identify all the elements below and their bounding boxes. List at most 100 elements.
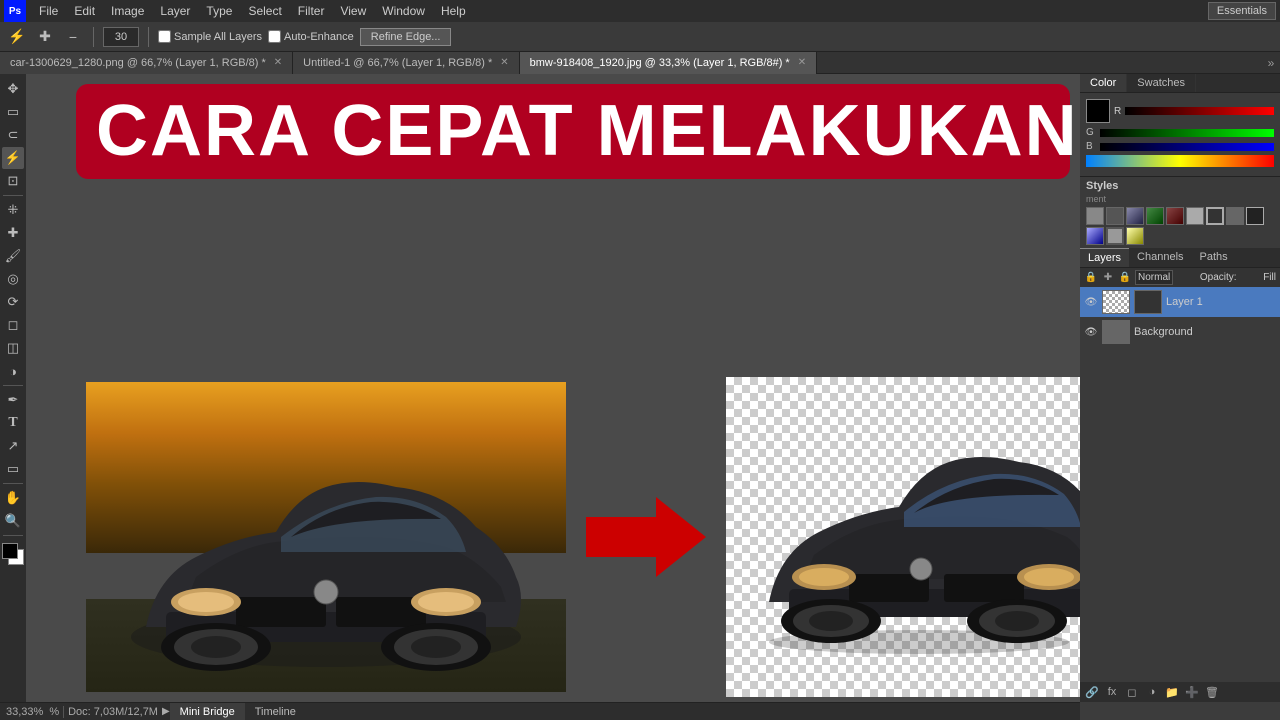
sample-all-layers-checkbox[interactable] — [158, 30, 171, 43]
menu-select[interactable]: Select — [241, 2, 288, 20]
adjustment-icon[interactable]: ◑ — [1144, 684, 1160, 700]
style-item-8[interactable] — [1226, 207, 1244, 225]
delete-layer-icon[interactable]: 🗑 — [1204, 684, 1220, 700]
quick-select-tool[interactable]: ⚡ — [2, 147, 24, 169]
style-item-10[interactable] — [1086, 227, 1104, 245]
hand-tool[interactable]: ✋ — [2, 487, 24, 509]
menu-window[interactable]: Window — [375, 2, 432, 20]
move-tool[interactable]: ✥ — [2, 78, 24, 100]
b-slider[interactable] — [1100, 143, 1274, 151]
zoom-tool[interactable]: 🔍 — [2, 510, 24, 532]
layers-options: 🔒 ✚ 🔒 Normal Opacity: Fill — [1080, 268, 1280, 287]
menu-file[interactable]: File — [32, 2, 65, 20]
eyedropper-tool[interactable]: ⁜ — [2, 199, 24, 221]
main-layout: ✥ ▭ ⊂ ⚡ ⊡ ⁜ ✚ 🖌 ◎ ⟳ ◻ ◫ ◑ ✒ T ↗ ▭ ✋ 🔍 CA… — [0, 74, 1280, 702]
r-slider[interactable] — [1125, 107, 1274, 115]
layer-row-1[interactable]: 👁 Layer 1 — [1080, 287, 1280, 317]
brush-tool[interactable]: 🖌 — [2, 245, 24, 267]
layers-tab[interactable]: Layers — [1080, 248, 1129, 267]
tool-subtract-icon[interactable]: − — [62, 26, 84, 48]
tab-3-close[interactable]: ✕ — [798, 57, 806, 68]
layers-panel: Layers Channels Paths 🔒 ✚ 🔒 Normal Opaci… — [1080, 248, 1280, 702]
layer-row-2[interactable]: 👁 Background — [1080, 317, 1280, 347]
canvas-area: CARA CEPAT MELAKUKAN SELEKSI GAMBAR — [26, 74, 1080, 702]
swatches-tab[interactable]: Swatches — [1127, 74, 1196, 92]
menu-image[interactable]: Image — [104, 2, 151, 20]
menu-layer[interactable]: Layer — [153, 2, 197, 20]
paths-tab[interactable]: Paths — [1192, 248, 1236, 267]
path-select-tool[interactable]: ↗ — [2, 435, 24, 457]
hue-slider[interactable] — [1086, 155, 1274, 167]
style-item-4[interactable] — [1146, 207, 1164, 225]
brush-size-value[interactable]: 30 — [103, 27, 139, 47]
new-group-icon[interactable]: 📁 — [1164, 684, 1180, 700]
refine-edge-button[interactable]: Refine Edge... — [360, 28, 452, 46]
style-item-12[interactable] — [1126, 227, 1144, 245]
tab-2-close[interactable]: ✕ — [500, 57, 508, 68]
style-item-3[interactable] — [1126, 207, 1144, 225]
essentials-button[interactable]: Essentials — [1208, 2, 1276, 20]
style-item-9[interactable] — [1246, 207, 1264, 225]
headline-text: CARA CEPAT MELAKUKAN SELEKSI GAMBAR — [96, 91, 1080, 171]
tool-add-icon[interactable]: ✚ — [34, 26, 56, 48]
style-item-5[interactable] — [1166, 207, 1184, 225]
quick-selection-icon: ⚡ — [6, 26, 28, 48]
menu-bar: Ps File Edit Image Layer Type Select Fil… — [0, 0, 1280, 22]
style-item-6[interactable] — [1186, 207, 1204, 225]
color-swatches-tabs: Color Swatches — [1080, 74, 1280, 93]
channels-tab[interactable]: Channels — [1129, 248, 1191, 267]
lasso-tool[interactable]: ⊂ — [2, 124, 24, 146]
menu-edit[interactable]: Edit — [67, 2, 102, 20]
tab-1-close[interactable]: ✕ — [274, 57, 282, 68]
dodge-tool[interactable]: ◑ — [2, 360, 24, 382]
tab-3[interactable]: bmw-918408_1920.jpg @ 33,3% (Layer 1, RG… — [520, 52, 817, 74]
color-preview[interactable] — [1086, 99, 1110, 123]
fill-label: Fill — [1263, 272, 1276, 283]
layer-1-mask — [1134, 290, 1162, 314]
mini-bridge-tab[interactable]: Mini Bridge — [170, 703, 245, 720]
zoom-level: 33,33% — [0, 706, 49, 718]
new-layer-icon[interactable]: ➕ — [1184, 684, 1200, 700]
blend-mode-select[interactable]: Normal — [1135, 270, 1173, 285]
link-layers-icon[interactable]: 🔗 — [1084, 684, 1100, 700]
styles-panel: Styles ment — [1080, 176, 1280, 248]
shape-tool[interactable]: ▭ — [2, 458, 24, 480]
menu-type[interactable]: Type — [199, 2, 239, 20]
timeline-tab[interactable]: Timeline — [245, 703, 306, 720]
gradient-tool[interactable]: ◫ — [2, 337, 24, 359]
history-tool[interactable]: ⟳ — [2, 291, 24, 313]
foreground-background-colors[interactable] — [2, 543, 24, 565]
crop-tool[interactable]: ⊡ — [2, 170, 24, 192]
layer-2-eye[interactable]: 👁 — [1084, 325, 1098, 339]
menu-view[interactable]: View — [333, 2, 373, 20]
marquee-tool[interactable]: ▭ — [2, 101, 24, 123]
g-slider[interactable] — [1100, 129, 1274, 137]
tab-1[interactable]: car-1300629_1280.png @ 66,7% (Layer 1, R… — [0, 52, 293, 74]
menu-help[interactable]: Help — [434, 2, 473, 20]
doc-size: Doc: 7,03M/12,7M — [68, 706, 158, 718]
style-item-2[interactable] — [1106, 207, 1124, 225]
text-tool[interactable]: T — [2, 412, 24, 434]
layer-1-eye[interactable]: 👁 — [1084, 295, 1098, 309]
color-tab[interactable]: Color — [1080, 74, 1127, 92]
images-row — [76, 372, 1070, 702]
pen-tool[interactable]: ✒ — [2, 389, 24, 411]
layer-fx-icon[interactable]: fx — [1104, 684, 1120, 700]
arrow-container — [586, 492, 706, 582]
style-item-7[interactable] — [1206, 207, 1224, 225]
menu-filter[interactable]: Filter — [291, 2, 332, 20]
style-item-1[interactable] — [1086, 207, 1104, 225]
foreground-color[interactable] — [2, 543, 18, 559]
clone-tool[interactable]: ◎ — [2, 268, 24, 290]
auto-enhance-checkbox[interactable] — [268, 30, 281, 43]
layer-2-name: Background — [1134, 326, 1193, 338]
style-item-11[interactable] — [1106, 227, 1124, 245]
sample-all-layers-label: Sample All Layers — [158, 30, 262, 43]
layer-2-thumb — [1102, 320, 1130, 344]
add-mask-icon[interactable]: ◻ — [1124, 684, 1140, 700]
eraser-tool[interactable]: ◻ — [2, 314, 24, 336]
forward-arrow-icon: ▶ — [162, 706, 170, 717]
tab-2[interactable]: Untitled-1 @ 66,7% (Layer 1, RGB/8) * ✕ — [293, 52, 519, 74]
collapse-panel-button[interactable]: » — [1262, 52, 1280, 74]
healing-tool[interactable]: ✚ — [2, 222, 24, 244]
